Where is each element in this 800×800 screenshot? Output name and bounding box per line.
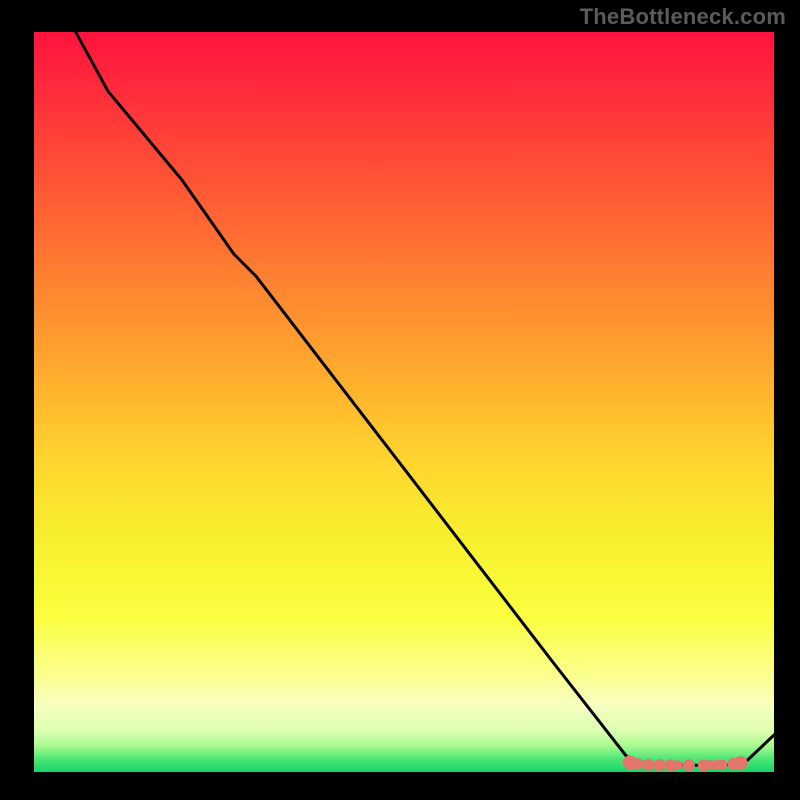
marker-dot: [642, 759, 654, 771]
bottleneck-chart: [0, 0, 800, 800]
plot-background: [34, 32, 774, 772]
marker-dot: [673, 760, 683, 770]
marker-dot: [717, 760, 727, 770]
marker-dot: [734, 756, 748, 770]
marker-dot: [683, 759, 695, 771]
marker-dot: [631, 758, 643, 770]
marker-dot: [653, 759, 665, 771]
